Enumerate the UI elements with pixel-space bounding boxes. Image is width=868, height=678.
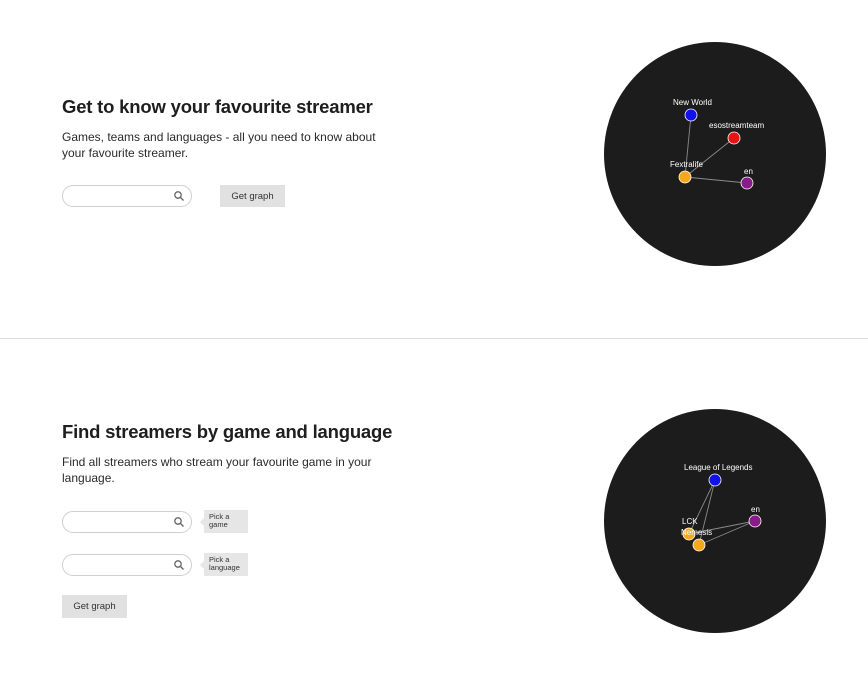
language-search-field[interactable] [62,554,192,576]
game-search-input[interactable] [71,512,171,532]
search-section: Find streamers by game and language Find… [0,339,868,678]
graph-background [604,42,826,266]
graph-node-en[interactable] [740,176,754,190]
language-tooltip: Pick a language [200,553,248,576]
graph-node-league-of-legends[interactable] [708,473,722,487]
graph-node-label: esostreamteam [709,121,764,130]
graph-node-label: New World [673,98,712,107]
graph-node-fextralife[interactable] [678,170,692,184]
game-search-field[interactable] [62,511,192,533]
streamer-section-title: Get to know your favourite streamer [62,96,373,117]
graph-node-label: en [751,505,760,514]
graph-node-en[interactable] [748,514,762,528]
graph-node-label: LCK [682,517,698,526]
streamer-graph[interactable]: New World esostreamteam Fextralife en [603,41,827,267]
search-icon[interactable] [173,190,185,202]
get-graph-button[interactable]: Get graph [62,595,127,618]
search-icon[interactable] [173,559,185,571]
graph-background [604,409,826,633]
graph-node-esostreamteam[interactable] [727,131,741,145]
streamer-search-field[interactable] [62,185,192,207]
streamer-search-input[interactable] [71,186,171,206]
streamer-section: Get to know your favourite streamer Game… [0,0,868,338]
graph-node-label: en [744,167,753,176]
graph-node-new-world[interactable] [684,108,698,122]
graph-node-label: League of Legends [684,463,753,472]
search-section-description: Find all streamers who stream your favou… [62,455,372,485]
graph-node-label: Nemesis [681,528,712,537]
language-search-input[interactable] [71,555,171,575]
get-graph-button[interactable]: Get graph [220,185,285,207]
search-icon[interactable] [173,516,185,528]
graph-node-label: Fextralife [670,160,703,169]
search-section-title: Find streamers by game and language [62,421,393,442]
streamer-section-description: Games, teams and languages - all you nee… [62,130,376,160]
search-graph[interactable]: League of Legends en LCK Nemesis [603,408,827,634]
game-tooltip: Pick a game [200,510,248,533]
graph-node-nemesis[interactable] [692,538,706,552]
